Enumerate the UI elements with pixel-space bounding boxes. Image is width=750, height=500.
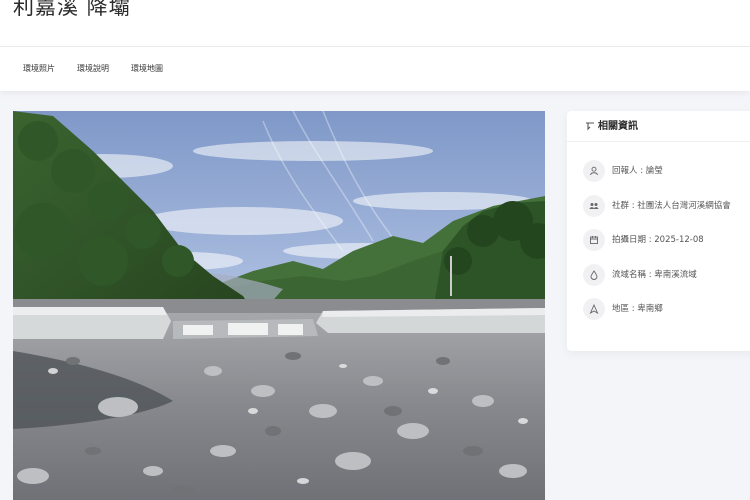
- info-photo-date-text: 拍攝日期 : 2025-12-08: [612, 235, 704, 245]
- group-icon: [583, 195, 605, 217]
- page-title: 利嘉溪 降壩: [13, 0, 131, 19]
- related-info-header: 相關資訊: [567, 111, 750, 142]
- tag-icon: [586, 122, 594, 131]
- info-basin: 流域名稱 : 卑南溪流域: [583, 264, 750, 286]
- tab-environment-map[interactable]: 環境地圖: [131, 63, 163, 75]
- tab-environment-photos[interactable]: 環境照片: [23, 63, 55, 75]
- info-region: 地區 : 卑南鄉: [583, 298, 750, 320]
- info-region-text: 地區 : 卑南鄉: [612, 304, 663, 314]
- info-basin-text: 流域名稱 : 卑南溪流域: [612, 270, 697, 280]
- user-icon: [583, 160, 605, 182]
- info-reporter-text: 回報人 : 論瑩: [612, 166, 663, 176]
- info-community-text: 社群 : 社團法人台灣河溪網協會: [612, 201, 731, 211]
- related-info-title: 相關資訊: [598, 121, 638, 132]
- calendar-icon: [583, 229, 605, 251]
- river-photo: [13, 111, 545, 500]
- related-info-card: 相關資訊 回報人 : 論瑩 社群 : 社團法人台灣河溪網協會 拍攝日期 : 20…: [567, 111, 750, 351]
- tab-bar: 環境照片 環境說明 環境地圖: [0, 47, 750, 91]
- location-icon: [583, 298, 605, 320]
- water-drop-icon: [583, 264, 605, 286]
- tab-environment-description[interactable]: 環境說明: [77, 63, 109, 75]
- info-photo-date: 拍攝日期 : 2025-12-08: [583, 229, 750, 251]
- page-header: 利嘉溪 降壩: [0, 0, 750, 47]
- info-reporter: 回報人 : 論瑩: [583, 160, 750, 182]
- info-community: 社群 : 社團法人台灣河溪網協會: [583, 195, 750, 217]
